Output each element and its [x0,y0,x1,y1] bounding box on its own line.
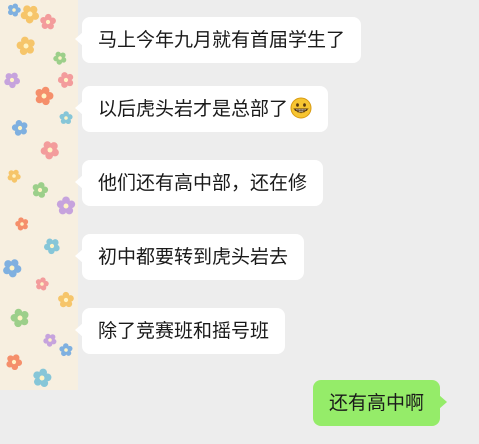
grin-emoji-icon [290,97,312,119]
flower-shape [7,169,21,183]
flower-shape [59,343,73,357]
message-text: 以后虎头岩才是总部了 [98,98,289,120]
message-bubble-1[interactable]: 马上今年九月就有首届学生了 [74,17,362,63]
message-bubble-6[interactable]: 还有高中啊 [313,380,448,426]
message-text: 初中都要转到虎头岩去 [98,246,289,268]
message-bubble-5[interactable]: 除了竞赛班和摇号班 [74,308,286,354]
flower-shape [16,36,35,55]
flower-shape [58,291,74,308]
flower-shape [10,308,29,328]
flower-shape [40,13,56,30]
floral-pattern-icon [3,3,76,387]
message-text: 马上今年九月就有首届学生了 [98,29,346,51]
avatar[interactable] [0,0,78,390]
flower-shape [33,368,52,387]
flower-shape [11,120,28,136]
flower-shape [40,141,59,160]
message-text: 还有高中啊 [329,392,425,414]
flower-shape [43,238,60,255]
flower-shape [6,354,23,371]
flower-shape [57,72,74,88]
flower-shape [8,3,21,17]
flower-shape [3,259,22,278]
flower-shape [20,5,40,24]
flower-shape [53,51,67,65]
flower-shape [32,182,49,198]
flower-shape [43,333,57,347]
flower-shape [35,86,54,106]
flower-shape [4,72,20,89]
message-bubble-2[interactable]: 以后虎头岩才是总部了 [74,86,329,132]
message-text: 除了竞赛班和摇号班 [98,320,270,342]
flower-shape [59,111,73,125]
message-bubble-4[interactable]: 初中都要转到虎头岩去 [74,234,305,280]
flower-shape [56,196,76,215]
flower-shape [15,217,29,231]
message-bubble-3[interactable]: 他们还有高中部，还在修 [74,160,324,206]
flower-shape [35,277,49,291]
message-text: 他们还有高中部，还在修 [98,172,308,194]
